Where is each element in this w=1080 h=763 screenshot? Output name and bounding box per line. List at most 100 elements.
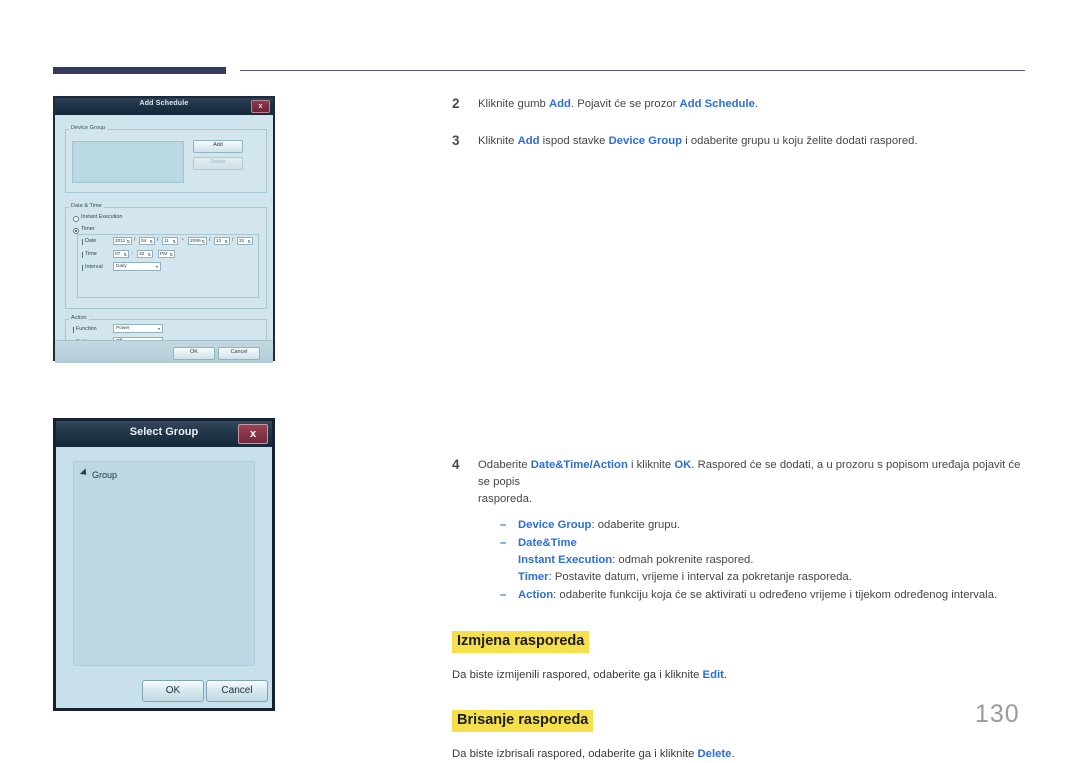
- date-start-year-value: 2011: [115, 239, 126, 244]
- step-2-part-5: .: [754, 98, 759, 110]
- sub-timer-label: Timer: [518, 571, 549, 583]
- close-icon[interactable]: x: [251, 100, 270, 113]
- date-end-year-spinner[interactable]: 2099 ⇅: [188, 237, 207, 245]
- group-tree[interactable]: Group: [73, 461, 255, 666]
- add-schedule-footer: OK Cancel: [55, 340, 273, 363]
- bullet-device-group-text: Device Group: odaberite grupu.: [518, 517, 1024, 534]
- step-2-part-4: Add Schedule: [679, 98, 755, 110]
- step-4: 4 Odaberite Date&Time/Action i kliknite …: [452, 457, 1024, 605]
- step-4-part-6: OK: [674, 459, 692, 471]
- add-schedule-cancel-button[interactable]: Cancel: [218, 347, 260, 360]
- bullet-dash: –: [500, 537, 507, 549]
- page-number: 130: [975, 700, 1020, 728]
- close-icon[interactable]: x: [238, 424, 268, 444]
- step-2-number: 2: [452, 96, 460, 111]
- bullet-action-text: Action: odaberite funkciju koja će se ak…: [518, 587, 1024, 604]
- section-izmjena-edit-label: Edit: [702, 669, 724, 681]
- bullet-date-time-label: Date&Time: [518, 537, 577, 549]
- instant-execution-label: Instant Execution: [81, 214, 123, 220]
- section-brisanje-body: Da biste izbrisali raspored, odaberite g…: [452, 746, 1024, 763]
- instant-execution-radio[interactable]: [73, 216, 79, 222]
- spinner-arrows-icon[interactable]: ⇅: [150, 238, 153, 244]
- step-4-part-4: Action: [592, 459, 628, 471]
- add-schedule-titlebar: Add Schedule x: [55, 98, 273, 115]
- step-3-text: Kliknite Add ispod stavke Device Group i…: [478, 133, 1024, 150]
- step-3-part-5: i odaberite grupu u koju želite dodati r…: [682, 135, 918, 147]
- time-row-tick: [82, 252, 83, 258]
- step-4-part-1: Odaberite: [478, 459, 531, 471]
- step-3-part-2: Add: [517, 135, 540, 147]
- interval-combobox[interactable]: Daily ▾: [113, 262, 161, 271]
- chevron-down-icon[interactable]: ▾: [158, 325, 160, 332]
- chevron-down-icon[interactable]: ▾: [156, 263, 158, 270]
- section-brisanje: Brisanje rasporeda Da biste izbrisali ra…: [452, 710, 1024, 763]
- sub-timer: Timer: Postavite datum, vrijeme i interv…: [518, 569, 1024, 586]
- device-group-listbox[interactable]: [72, 141, 184, 183]
- select-group-ok-button[interactable]: OK: [142, 680, 204, 702]
- step-4-part-5: i kliknite: [627, 459, 675, 471]
- bullet-date-time: – Date&Time Instant Execution: odmah pok…: [500, 535, 1024, 586]
- date-sep-1: /: [134, 237, 136, 243]
- step-4-text: Odaberite Date&Time/Action i kliknite OK…: [478, 457, 1024, 605]
- bullet-action: – Action: odaberite funkciju koja će se …: [500, 587, 1024, 604]
- add-schedule-title: Add Schedule: [139, 100, 189, 107]
- date-end-day-spinner[interactable]: 31 ⇅: [237, 237, 253, 245]
- function-combobox[interactable]: Power ▾: [113, 324, 163, 333]
- spinner-arrows-icon[interactable]: ⇅: [225, 238, 228, 244]
- step-2-text: Kliknite gumb Add. Pojavit će se prozor …: [478, 96, 1024, 113]
- time-hour-spinner[interactable]: 07 ⇅: [113, 250, 129, 258]
- date-end-day-value: 31: [239, 239, 245, 244]
- spinner-arrows-icon[interactable]: ⇅: [248, 238, 251, 244]
- action-legend: Action: [69, 315, 89, 321]
- device-group-legend: Device Group: [69, 125, 108, 131]
- step-3-part-4: Device Group: [608, 135, 683, 147]
- date-end-month-spinner[interactable]: 12 ⇅: [214, 237, 230, 245]
- date-start-month-spinner[interactable]: 04 ⇅: [139, 237, 155, 245]
- spinner-arrows-icon[interactable]: ⇅: [202, 238, 205, 244]
- step-4-number: 4: [452, 457, 460, 472]
- section-brisanje-delete-label: Delete: [697, 748, 732, 760]
- spinner-arrows-icon[interactable]: ⇅: [127, 238, 130, 244]
- select-group-dialog: Select Group x Group OK Cancel: [53, 418, 275, 711]
- interval-row-tick: [82, 265, 83, 271]
- time-minute-spinner[interactable]: 32 ⇅: [137, 250, 153, 258]
- step-2-part-1: Kliknite gumb: [478, 98, 549, 110]
- spinner-arrows-icon[interactable]: ⇅: [148, 251, 151, 257]
- spinner-arrows-icon[interactable]: ⇅: [173, 238, 176, 244]
- bullet-action-desc: : odaberite funkciju koja će se aktivira…: [553, 589, 998, 601]
- device-group-delete-button[interactable]: Delete: [193, 157, 243, 170]
- time-colon: :: [132, 250, 134, 256]
- interval-value: Daily: [116, 264, 127, 269]
- function-row-tick: [73, 327, 74, 333]
- section-izmjena: Izmjena rasporeda Da biste izmijenili ra…: [452, 631, 1024, 684]
- time-minute-value: 32: [139, 252, 145, 257]
- date-start-year-spinner[interactable]: 2011 ⇅: [113, 237, 132, 245]
- bullet-dash: –: [500, 519, 507, 531]
- sub-instant-execution-desc: : odmah pokrenite raspored.: [612, 554, 754, 566]
- device-group-add-button[interactable]: Add: [193, 140, 243, 153]
- add-schedule-ok-button[interactable]: OK: [173, 347, 215, 360]
- bullet-action-label: Action: [518, 589, 554, 601]
- spinner-arrows-icon[interactable]: ⇅: [124, 251, 127, 257]
- date-label: Date: [85, 238, 97, 244]
- date-sep-2: /: [157, 237, 159, 243]
- time-meridiem-spinner[interactable]: PM ⇅: [158, 250, 175, 258]
- date-end-month-value: 12: [216, 239, 222, 244]
- step-2-part-3: . Pojavit će se prozor: [570, 98, 680, 110]
- select-group-titlebar: Select Group x: [56, 421, 272, 447]
- spinner-arrows-icon[interactable]: ⇅: [170, 251, 173, 257]
- step-2-part-2: Add: [548, 98, 571, 110]
- section-brisanje-text-2: .: [731, 748, 735, 760]
- tree-item-label: Group: [92, 470, 118, 480]
- sub-instant-execution-label: Instant Execution: [518, 554, 613, 566]
- step-3-number: 3: [452, 133, 460, 148]
- select-group-cancel-button[interactable]: Cancel: [206, 680, 268, 702]
- interval-label: Interval: [85, 264, 103, 270]
- expand-triangle-icon[interactable]: [79, 468, 90, 478]
- tree-item-group[interactable]: Group: [79, 468, 118, 480]
- timer-label: Timer: [81, 226, 95, 232]
- section-izmjena-heading: Izmjena rasporeda: [452, 631, 590, 653]
- step-4-part-2: Date&Time: [530, 459, 590, 471]
- date-start-day-spinner[interactable]: 11 ⇅: [162, 237, 178, 245]
- date-sep-4: /: [232, 237, 234, 243]
